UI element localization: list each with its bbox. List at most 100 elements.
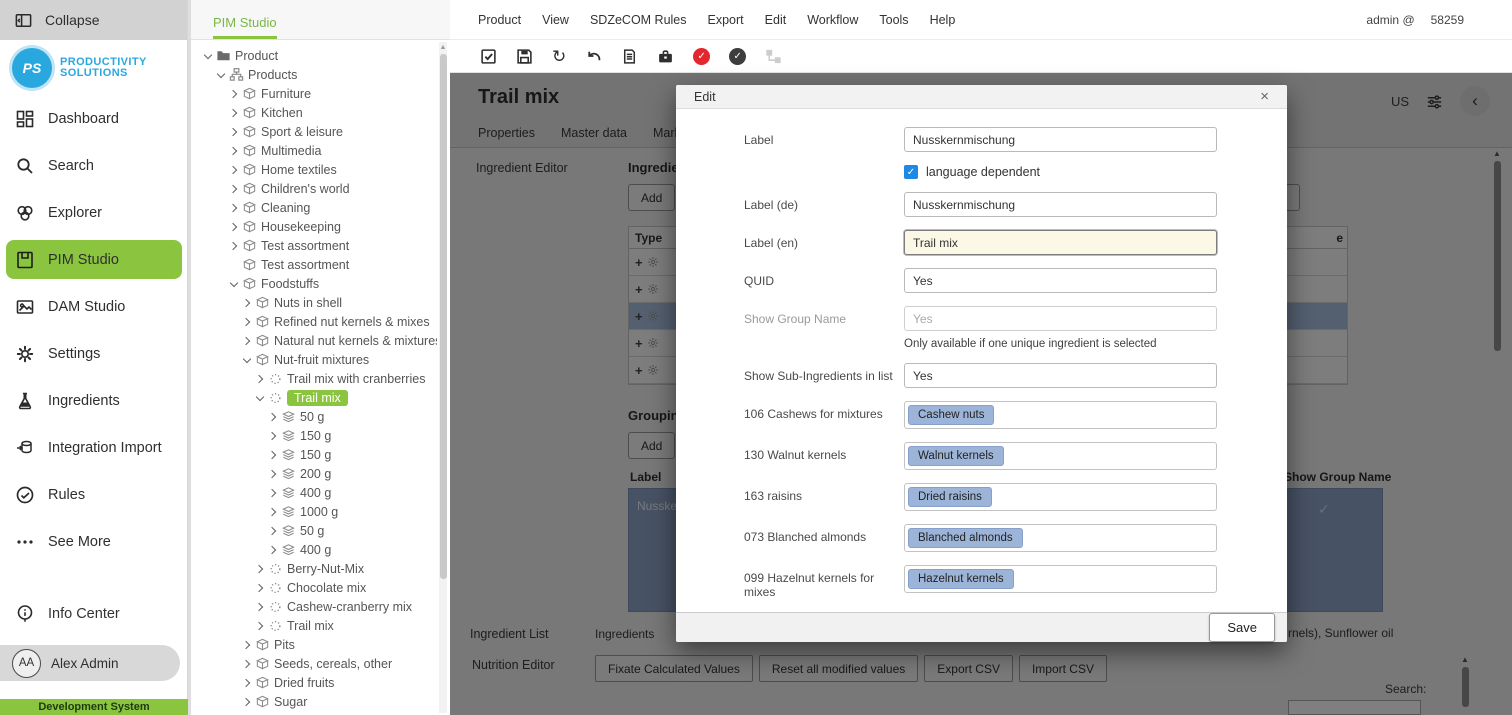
tree-expand-arrow[interactable] xyxy=(253,619,267,633)
menu-item[interactable]: Help xyxy=(930,13,956,27)
tree-item[interactable]: Nuts in shell xyxy=(191,293,437,312)
tree-expand-arrow[interactable] xyxy=(227,106,241,120)
tree-item-label[interactable]: Kitchen xyxy=(261,106,303,120)
tree-item-label[interactable]: Pits xyxy=(274,638,295,652)
tree-expand-arrow[interactable] xyxy=(266,448,280,462)
tree-item-label[interactable]: Children's world xyxy=(261,182,350,196)
tree-item[interactable]: Housekeeping xyxy=(191,217,437,236)
tree-expand-arrow[interactable] xyxy=(266,486,280,500)
user-menu[interactable]: AA Alex Admin xyxy=(0,645,180,681)
tree-item-label[interactable]: Cashew-cranberry mix xyxy=(287,600,412,614)
sidebar-item-pim-studio[interactable]: PIM Studio xyxy=(6,240,182,279)
close-icon[interactable]: × xyxy=(1260,88,1269,105)
tree-expand-arrow[interactable] xyxy=(227,201,241,215)
tree-item[interactable]: Trail mix xyxy=(191,616,437,635)
tree-item-label[interactable]: Sport & leisure xyxy=(261,125,343,139)
menu-item[interactable]: View xyxy=(542,13,569,27)
sidebar-item-see-more[interactable]: See More xyxy=(0,518,188,565)
tree-expand-arrow[interactable] xyxy=(227,163,241,177)
save-icon[interactable] xyxy=(516,48,533,65)
label-en-input[interactable] xyxy=(904,230,1217,255)
tree-expand-arrow[interactable] xyxy=(240,353,254,367)
language-dependent-checkbox[interactable] xyxy=(904,165,918,179)
tree-item-label[interactable]: Test assortment xyxy=(261,239,349,253)
tree-item[interactable]: Children's world xyxy=(191,179,437,198)
tree-scrollbar[interactable]: ▲ xyxy=(439,42,447,713)
tree-expand-arrow[interactable] xyxy=(266,543,280,557)
tree-expand-arrow[interactable] xyxy=(253,581,267,595)
tree-item-label[interactable]: 400 g xyxy=(300,543,331,557)
tree-expand-arrow[interactable] xyxy=(266,410,280,424)
ingredient-tag[interactable]: Cashew nuts xyxy=(908,405,994,425)
tree-expand-arrow[interactable] xyxy=(227,258,241,272)
sidebar-item-explorer[interactable]: Explorer xyxy=(0,189,188,236)
tree-item[interactable]: Products xyxy=(191,65,437,84)
ingredient-tag-input[interactable]: Hazelnut kernels xyxy=(904,565,1217,593)
undo-icon[interactable] xyxy=(585,48,602,65)
tree-item[interactable]: Furniture xyxy=(191,84,437,103)
tree-expand-arrow[interactable] xyxy=(227,125,241,139)
tree-item-label[interactable]: Products xyxy=(248,68,297,82)
tree-item-label[interactable]: 50 g xyxy=(300,410,324,424)
tree-expand-arrow[interactable] xyxy=(253,600,267,614)
tree-item-label[interactable]: Nut-fruit mixtures xyxy=(274,353,369,367)
ingredient-tag-input[interactable]: Walnut kernels xyxy=(904,442,1217,470)
tree-item[interactable]: Multimedia xyxy=(191,141,437,160)
tree-expand-arrow[interactable] xyxy=(240,676,254,690)
label-de-input[interactable] xyxy=(904,192,1217,217)
tree-item[interactable]: 400 g xyxy=(191,483,437,502)
sidebar-item-info-center[interactable]: Info Center xyxy=(0,600,188,628)
tree-expand-arrow[interactable] xyxy=(266,524,280,538)
tree-item-label[interactable]: Chocolate mix xyxy=(287,581,366,595)
tree-item[interactable]: 1000 g xyxy=(191,502,437,521)
tree-item[interactable]: Dried fruits xyxy=(191,673,437,692)
tree-expand-arrow[interactable] xyxy=(240,296,254,310)
collapse-sidebar-button[interactable]: Collapse xyxy=(0,0,187,40)
sidebar-item-settings[interactable]: Settings xyxy=(0,330,188,377)
tree-item[interactable]: Chocolate mix xyxy=(191,578,437,597)
tree-expand-arrow[interactable] xyxy=(227,87,241,101)
tree-expand-arrow[interactable] xyxy=(253,372,267,386)
tree-item-label[interactable]: Trail mix xyxy=(287,619,334,633)
tree-expand-arrow[interactable] xyxy=(253,391,267,405)
tree-item-label[interactable]: Trail mix with cranberries xyxy=(287,372,425,386)
tree-item-label[interactable]: Cleaning xyxy=(261,201,310,215)
tree-expand-arrow[interactable] xyxy=(227,144,241,158)
tree-item-label[interactable]: Foodstuffs xyxy=(261,277,319,291)
document-icon[interactable] xyxy=(621,48,638,65)
tree-item[interactable]: Cashew-cranberry mix xyxy=(191,597,437,616)
tree-item[interactable]: Cleaning xyxy=(191,198,437,217)
tree-expand-arrow[interactable] xyxy=(240,638,254,652)
sidebar-item-integration-import[interactable]: Integration Import xyxy=(0,424,188,471)
sidebar-item-ingredients[interactable]: Ingredients xyxy=(0,377,188,424)
ingredient-tag-input[interactable]: Cashew nuts xyxy=(904,401,1217,429)
tree-item-label[interactable]: Natural nut kernels & mixtures xyxy=(274,334,437,348)
menu-item[interactable]: Workflow xyxy=(807,13,858,27)
refresh-icon[interactable]: ↻ xyxy=(552,48,566,65)
label-input[interactable] xyxy=(904,127,1217,152)
tree-item-label[interactable]: Nuts in shell xyxy=(274,296,342,310)
tree-expand-arrow[interactable] xyxy=(227,182,241,196)
tree-item[interactable]: Product xyxy=(191,46,437,65)
tree-item-label[interactable]: Furniture xyxy=(261,87,311,101)
tree-item-label[interactable]: Sugar xyxy=(274,695,307,709)
tree-item[interactable]: 150 g xyxy=(191,445,437,464)
ingredient-tag-input[interactable]: Dried raisins xyxy=(904,483,1217,511)
tree-expand-arrow[interactable] xyxy=(240,315,254,329)
toolbox-icon[interactable] xyxy=(657,48,674,65)
ingredient-tag-input[interactable]: Blanched almonds xyxy=(904,524,1217,552)
tree-item[interactable]: 200 g xyxy=(191,464,437,483)
tree-item-label[interactable]: 1000 g xyxy=(300,505,338,519)
tree-expand-arrow[interactable] xyxy=(266,467,280,481)
tree-expand-arrow[interactable] xyxy=(266,429,280,443)
tree-item[interactable]: Pits xyxy=(191,635,437,654)
error-status-icon[interactable]: ✓ xyxy=(693,48,710,65)
success-status-icon[interactable]: ✓ xyxy=(729,48,746,65)
tree-expand-arrow[interactable] xyxy=(227,220,241,234)
sidebar-item-rules[interactable]: Rules xyxy=(0,471,188,518)
sidebar-item-dashboard[interactable]: Dashboard xyxy=(0,95,188,142)
sidebar-item-dam-studio[interactable]: DAM Studio xyxy=(0,283,188,330)
menu-item[interactable]: Export xyxy=(708,13,744,27)
validate-save-icon[interactable] xyxy=(480,48,497,65)
tree-item-label[interactable]: 50 g xyxy=(300,524,324,538)
